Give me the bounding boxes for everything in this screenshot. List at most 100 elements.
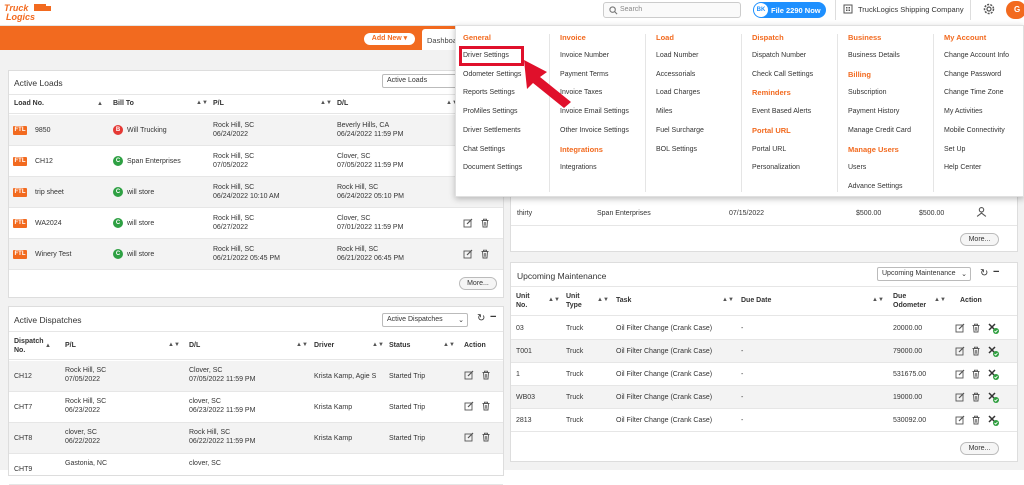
sort-icon[interactable]: ▲▼ (597, 297, 609, 303)
refresh-icon[interactable]: ↻ (980, 268, 988, 279)
invoices-more-button[interactable]: More... (960, 233, 999, 246)
menu-item-check-call-settings[interactable]: Check Call Settings (752, 71, 813, 78)
menu-item-bol-settings[interactable]: BOL Settings (656, 146, 697, 153)
menu-item-invoice-email-settings[interactable]: Invoice Email Settings (560, 108, 629, 115)
active-loads-more-button[interactable]: More... (459, 277, 497, 290)
col-due-date[interactable]: Due Date (741, 297, 771, 304)
mark-complete-icon[interactable] (987, 368, 999, 380)
upcoming-maintenance-filter[interactable]: Upcoming Maintenance ⌄ (877, 267, 971, 281)
money-icon[interactable] (976, 206, 987, 218)
collapse-icon[interactable]: − (490, 311, 496, 323)
edit-icon[interactable] (463, 218, 473, 228)
menu-item-reports-settings[interactable]: Reports Settings (463, 89, 515, 96)
load-number[interactable]: trip sheet (35, 188, 64, 197)
sort-icon[interactable]: ▲▼ (320, 100, 332, 106)
load-number[interactable]: CH12 (35, 157, 53, 166)
unit-number[interactable]: 03 (516, 324, 524, 333)
company-switcher[interactable]: TruckLogics Shipping Company (835, 0, 971, 20)
col-dl[interactable]: D/L (337, 100, 348, 107)
menu-item-my-activities[interactable]: My Activities (944, 108, 983, 115)
menu-item-promiles-settings[interactable]: ProMiles Settings (463, 108, 517, 115)
menu-item-change-password[interactable]: Change Password (944, 71, 1001, 78)
menu-item-advance-settings[interactable]: Advance Settings (848, 183, 902, 190)
menu-item-set-up[interactable]: Set Up (944, 146, 965, 153)
trash-icon[interactable] (481, 432, 491, 442)
sort-asc-icon[interactable]: ▲ (45, 343, 51, 349)
menu-item-fuel-surcharge[interactable]: Fuel Surcharge (656, 127, 704, 134)
bill-to[interactable]: Span Enterprises (127, 157, 181, 166)
menu-item-load-number[interactable]: Load Number (656, 52, 698, 59)
active-dispatches-filter[interactable]: Active Dispatches ⌄ (382, 313, 468, 327)
mark-complete-icon[interactable] (987, 414, 999, 426)
menu-item-miles[interactable]: Miles (656, 108, 672, 115)
unit-number[interactable]: 1 (516, 370, 520, 379)
collapse-icon[interactable]: − (993, 266, 999, 278)
unit-number[interactable]: WB03 (516, 393, 535, 402)
col-unit-no[interactable]: Unit No. (516, 292, 542, 310)
trash-icon[interactable] (971, 369, 981, 379)
menu-item-dispatch-number[interactable]: Dispatch Number (752, 52, 806, 59)
trash-icon[interactable] (971, 323, 981, 333)
menu-item-change-account-info[interactable]: Change Account Info (944, 52, 1009, 59)
dispatch-number[interactable]: CH12 (14, 372, 32, 381)
menu-item-manage-credit-card[interactable]: Manage Credit Card (848, 127, 911, 134)
bill-to[interactable]: will store (127, 219, 154, 228)
col-bill-to[interactable]: Bill To (113, 100, 134, 107)
edit-icon[interactable] (955, 415, 965, 425)
menu-item-mobile-connectivity[interactable]: Mobile Connectivity (944, 127, 1005, 134)
col-load-no[interactable]: Load No. (14, 100, 44, 107)
col-driver[interactable]: Driver (314, 342, 334, 349)
trash-icon[interactable] (481, 370, 491, 380)
add-new-button[interactable]: Add New ▾ (364, 33, 415, 45)
trash-icon[interactable] (971, 346, 981, 356)
edit-icon[interactable] (955, 346, 965, 356)
col-pl[interactable]: P/L (213, 100, 224, 107)
file-2290-button[interactable]: BK File 2290 Now (753, 2, 826, 18)
trash-icon[interactable] (480, 218, 490, 228)
trash-icon[interactable] (481, 401, 491, 411)
gear-icon[interactable] (982, 2, 996, 16)
search-input[interactable]: Search (603, 2, 741, 18)
col-dl[interactable]: D/L (189, 342, 200, 349)
menu-item-users[interactable]: Users (848, 164, 866, 171)
user-avatar-button[interactable]: G (1006, 1, 1024, 19)
sort-icon[interactable]: ▲▼ (722, 297, 734, 303)
menu-item-driver-settlements[interactable]: Driver Settlements (463, 127, 521, 134)
unit-number[interactable]: T001 (516, 347, 532, 356)
sort-asc-icon[interactable]: ▲ (97, 101, 103, 107)
col-task[interactable]: Task (616, 297, 631, 304)
mark-complete-icon[interactable] (987, 391, 999, 403)
trash-icon[interactable] (971, 392, 981, 402)
load-number[interactable]: Winery Test (35, 250, 71, 259)
trucklogics-logo[interactable]: Truck Logics (2, 2, 54, 22)
menu-item-document-settings[interactable]: Document Settings (463, 164, 522, 171)
sort-icon[interactable]: ▲▼ (934, 297, 946, 303)
sort-icon[interactable]: ▲▼ (443, 342, 455, 348)
load-number[interactable]: WA2024 (35, 219, 62, 228)
menu-item-accessorials[interactable]: Accessorials (656, 71, 695, 78)
menu-item-event-based-alerts[interactable]: Event Based Alerts (752, 108, 811, 115)
bill-to[interactable]: Will Trucking (127, 126, 167, 135)
menu-item-change-time-zone[interactable]: Change Time Zone (944, 89, 1004, 96)
col-pl[interactable]: P/L (65, 342, 76, 349)
edit-icon[interactable] (463, 249, 473, 259)
menu-item-payment-history[interactable]: Payment History (848, 108, 899, 115)
edit-icon[interactable] (955, 323, 965, 333)
sort-icon[interactable]: ▲▼ (296, 342, 308, 348)
sort-icon[interactable]: ▲▼ (168, 342, 180, 348)
menu-item-personalization[interactable]: Personalization (752, 164, 800, 171)
col-dispatch-no[interactable]: Dispatch No. (14, 337, 48, 355)
menu-item-subscription[interactable]: Subscription (848, 89, 887, 96)
active-loads-filter[interactable]: Active Loads (382, 74, 462, 88)
col-due-odometer[interactable]: Due Odometer (893, 292, 929, 310)
maintenance-more-button[interactable]: More... (960, 442, 999, 455)
edit-icon[interactable] (955, 369, 965, 379)
dispatch-number[interactable]: CHT7 (14, 403, 32, 412)
unit-number[interactable]: 2813 (516, 416, 532, 425)
col-unit-type[interactable]: Unit Type (566, 292, 592, 310)
menu-item-business-details[interactable]: Business Details (848, 52, 900, 59)
col-status[interactable]: Status (389, 342, 410, 349)
edit-icon[interactable] (464, 401, 474, 411)
refresh-icon[interactable]: ↻ (477, 313, 485, 324)
edit-icon[interactable] (464, 432, 474, 442)
